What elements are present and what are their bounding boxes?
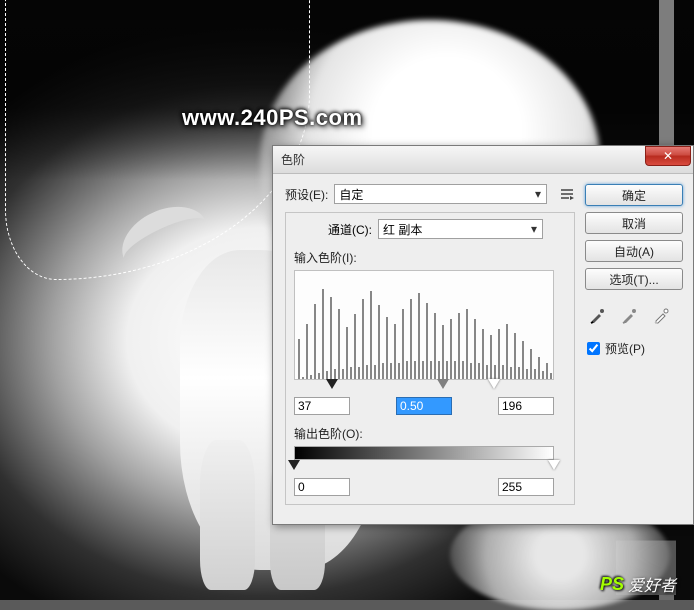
dialog-titlebar[interactable]: 色阶 ✕	[273, 146, 693, 174]
input-levels-slider[interactable]	[294, 379, 554, 393]
shadow-slider-thumb[interactable]	[326, 379, 338, 389]
preview-checkbox[interactable]	[587, 342, 600, 355]
watermark-text: 爱好者	[628, 572, 676, 596]
midtone-input[interactable]	[396, 397, 452, 415]
shadow-input[interactable]	[294, 397, 350, 415]
channel-label: 通道(C):	[328, 221, 372, 238]
channel-select[interactable]	[378, 219, 543, 239]
highlight-slider-thumb[interactable]	[488, 379, 500, 389]
preset-select[interactable]	[334, 184, 547, 204]
gray-point-eyedropper[interactable]	[621, 306, 639, 324]
watermark-url: www.240PS.com	[182, 105, 363, 131]
black-point-eyedropper[interactable]	[589, 306, 607, 324]
white-point-eyedropper[interactable]	[653, 306, 671, 324]
close-icon: ✕	[663, 149, 673, 163]
cancel-button[interactable]: 取消	[585, 212, 683, 234]
preview-checkbox-row[interactable]: 预览(P)	[587, 340, 683, 357]
input-levels-label: 输入色阶(I):	[294, 249, 566, 266]
output-low-input[interactable]	[294, 478, 350, 496]
output-levels-label: 输出色阶(O):	[294, 425, 566, 442]
options-button[interactable]: 选项(T)...	[585, 268, 683, 290]
output-gradient	[294, 446, 554, 460]
ok-button[interactable]: 确定	[585, 184, 683, 206]
output-levels-slider[interactable]	[294, 460, 554, 474]
levels-dialog: 色阶 ✕ 预设(E): ▾ 通道(C):	[272, 145, 694, 525]
midtone-slider-thumb[interactable]	[437, 379, 449, 389]
output-high-thumb[interactable]	[548, 460, 560, 470]
preset-label: 预设(E):	[285, 186, 328, 203]
preview-label: 预览(P)	[605, 340, 645, 357]
highlight-input[interactable]	[498, 397, 554, 415]
auto-button[interactable]: 自动(A)	[585, 240, 683, 262]
preset-menu-icon[interactable]	[559, 186, 575, 202]
dialog-title: 色阶	[281, 151, 645, 168]
corner-watermark: PS 爱好者	[600, 572, 676, 596]
levels-group: 通道(C): ▾ 输入色阶(I):	[285, 212, 575, 505]
output-high-input[interactable]	[498, 478, 554, 496]
window-close-button[interactable]: ✕	[645, 146, 691, 166]
histogram	[294, 270, 554, 380]
output-low-thumb[interactable]	[288, 460, 300, 470]
watermark-ps: PS	[600, 574, 624, 595]
